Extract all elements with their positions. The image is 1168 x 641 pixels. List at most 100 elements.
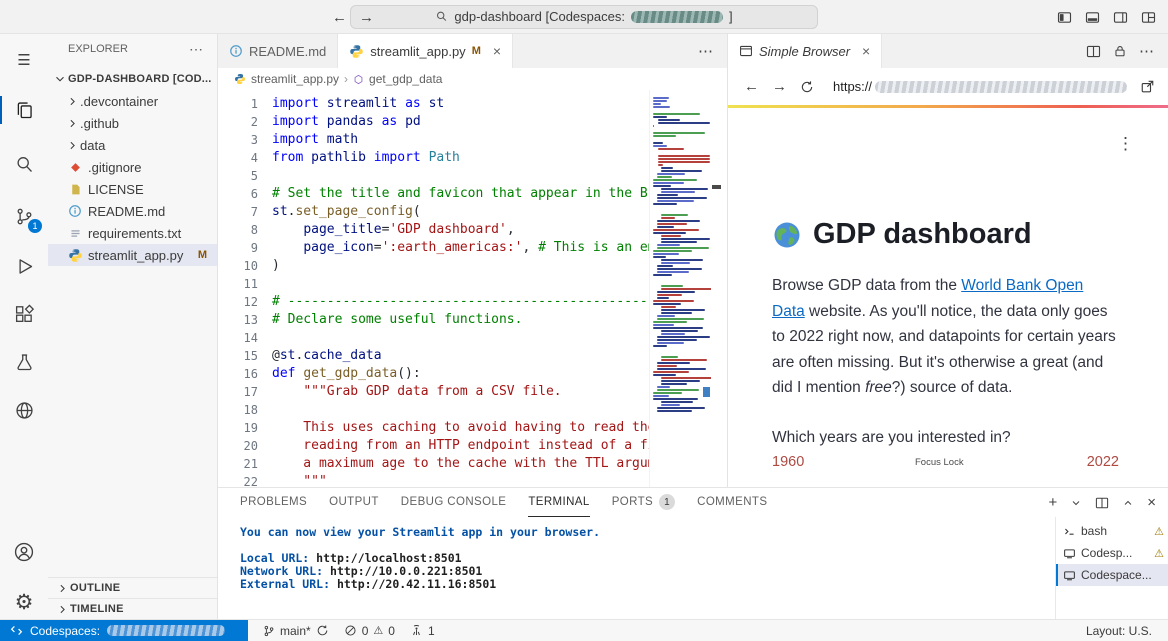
minimap-line	[661, 383, 687, 385]
customize-layout-icon[interactable]	[1141, 10, 1156, 25]
explorer-item-data[interactable]: data	[48, 134, 217, 156]
tab-simple-browser[interactable]: Simple Browser ×	[728, 34, 882, 68]
line-number: 22	[218, 473, 258, 487]
split-editor-icon[interactable]	[1086, 44, 1101, 59]
explorer-item-streamlit-app-py[interactable]: streamlit_app.pyM	[48, 244, 217, 266]
panel-tab-problems[interactable]: PROBLEMS	[240, 488, 307, 517]
minimap-line	[653, 250, 692, 252]
browser-reload-icon[interactable]	[800, 80, 814, 94]
panel-tab-ports[interactable]: PORTS1	[612, 488, 675, 517]
minimap-line	[661, 309, 705, 311]
minimap-line	[653, 203, 677, 205]
toggle-panel-icon[interactable]	[1085, 10, 1100, 25]
panel-tab-label: PORTS	[612, 496, 653, 508]
layout-status-item[interactable]: Layout: U.S.	[1086, 624, 1152, 638]
browser-back-button[interactable]: ←	[744, 78, 759, 95]
account-icon[interactable]	[0, 532, 48, 572]
browser-more-actions-icon[interactable]: ⋯	[1139, 42, 1154, 60]
timeline-section[interactable]: TIMELINE	[48, 598, 217, 619]
code-editor[interactable]: 1import streamlit as st2import pandas as…	[218, 90, 727, 487]
ports-status-item[interactable]: 1	[410, 620, 435, 641]
explorer-item-gitignore[interactable]: .gitignore	[48, 156, 217, 178]
command-center[interactable]: gdp-dashboard [Codespaces: ]	[350, 5, 818, 29]
close-tab-icon[interactable]: ×	[862, 43, 870, 59]
radio-tower-icon	[410, 624, 423, 637]
breadcrumb-symbol[interactable]: get_gdp_data	[369, 72, 442, 86]
terminal-list-item-codespace[interactable]: Codespace...	[1056, 564, 1168, 586]
settings-gear-icon[interactable]: ⚙	[0, 582, 48, 622]
close-tab-icon[interactable]: ×	[493, 43, 501, 59]
minimap-line	[653, 321, 687, 323]
slider-question-label: Which years are you interested in?	[772, 429, 1119, 447]
breadcrumb-file[interactable]: streamlit_app.py	[251, 72, 339, 86]
explorer-icon[interactable]	[0, 90, 48, 130]
explorer-item-github[interactable]: .github	[48, 112, 217, 134]
line-text: st.set_page_config(	[272, 203, 421, 221]
explorer-item-devcontainer[interactable]: .devcontainer	[48, 90, 217, 112]
browser-forward-button[interactable]: →	[772, 78, 787, 95]
panel-tab-debug-console[interactable]: DEBUG CONSOLE	[401, 488, 507, 517]
panel-tab-terminal[interactable]: TERMINAL	[528, 488, 589, 517]
browser-address-bar[interactable]: https://	[833, 79, 1127, 94]
paragraph-italic-text: free	[865, 379, 892, 396]
maximize-panel-chevron-icon[interactable]	[1122, 497, 1134, 509]
extensions-icon[interactable]	[0, 294, 48, 334]
tab-streamlit-app-py[interactable]: streamlit_app.py M ×	[338, 34, 513, 68]
minimap[interactable]	[649, 90, 711, 487]
branch-status-item[interactable]: main*	[263, 620, 329, 641]
explorer-item-license[interactable]: LICENSE	[48, 178, 217, 200]
sync-icon[interactable]	[316, 624, 329, 637]
toggle-sidebar-icon[interactable]	[1057, 10, 1072, 25]
outline-section[interactable]: OUTLINE	[48, 577, 217, 598]
history-forward-button[interactable]: →	[359, 9, 374, 26]
minimap-line	[653, 179, 697, 181]
explorer-item-readme-md[interactable]: README.md	[48, 200, 217, 222]
codespace-icon	[1063, 569, 1076, 582]
terminal-dropdown-chevron-icon[interactable]	[1070, 497, 1082, 509]
panel-tab-comments[interactable]: COMMENTS	[697, 488, 767, 517]
minimap-line	[653, 128, 711, 131]
terminal-list-item-bash[interactable]: bash⚠	[1056, 520, 1168, 542]
paragraph-text: ?) source of data.	[892, 379, 1013, 396]
panel-tab-output[interactable]: OUTPUT	[329, 488, 379, 517]
lock-icon[interactable]	[1113, 44, 1127, 58]
explorer-item-requirements-txt[interactable]: requirements.txt	[48, 222, 217, 244]
open-external-icon[interactable]	[1140, 79, 1155, 94]
file-label: requirements.txt	[88, 226, 181, 241]
close-panel-icon[interactable]: ×	[1147, 494, 1156, 511]
search-view-icon[interactable]	[0, 144, 48, 184]
intro-paragraph: Browse GDP data from the World Bank Open…	[772, 273, 1119, 401]
menu-icon[interactable]: ☰	[0, 40, 48, 80]
new-terminal-icon[interactable]: +	[1048, 494, 1057, 511]
globe-icon[interactable]	[0, 390, 48, 430]
minimap-line	[653, 352, 711, 355]
remote-indicator[interactable]: Codespaces:	[0, 620, 248, 641]
breadcrumbs[interactable]: streamlit_app.py › get_gdp_data	[218, 68, 727, 90]
history-back-button[interactable]: ←	[332, 9, 347, 26]
terminal-list-item-codesp[interactable]: Codesp...⚠	[1056, 542, 1168, 564]
split-terminal-icon[interactable]	[1095, 496, 1109, 510]
explorer-root-folder[interactable]: GDP-DASHBOARD [COD...	[48, 68, 217, 90]
minimap-line	[657, 365, 677, 367]
editor-more-actions-icon[interactable]: ⋯	[698, 42, 713, 60]
terminal-output[interactable]: You can now view your Streamlit app in y…	[218, 517, 1055, 619]
line-text: """	[272, 473, 327, 487]
source-control-icon[interactable]: 1	[0, 196, 48, 236]
toggle-secondary-sidebar-icon[interactable]	[1113, 10, 1128, 25]
testing-beaker-icon[interactable]	[0, 342, 48, 382]
explorer-more-actions-icon[interactable]: ⋯	[189, 41, 203, 58]
minimap-line	[653, 277, 711, 280]
minimap-line	[661, 312, 692, 314]
minimap-line	[661, 288, 712, 290]
redacted-codespace-name	[107, 625, 225, 636]
minimap-line	[653, 132, 705, 134]
minimap-line	[653, 303, 681, 305]
tab-readme-md[interactable]: README.md	[218, 34, 338, 68]
outline-label: OUTLINE	[70, 582, 120, 594]
problems-status-item[interactable]: 0 ⚠ 0	[344, 620, 395, 641]
minimap-line	[653, 371, 689, 373]
codespace-icon	[1063, 547, 1076, 560]
app-title-text: GDP dashboard	[813, 218, 1032, 251]
run-debug-icon[interactable]	[0, 246, 48, 286]
streamlit-menu-kebab-icon[interactable]: ⋮	[1117, 134, 1134, 154]
